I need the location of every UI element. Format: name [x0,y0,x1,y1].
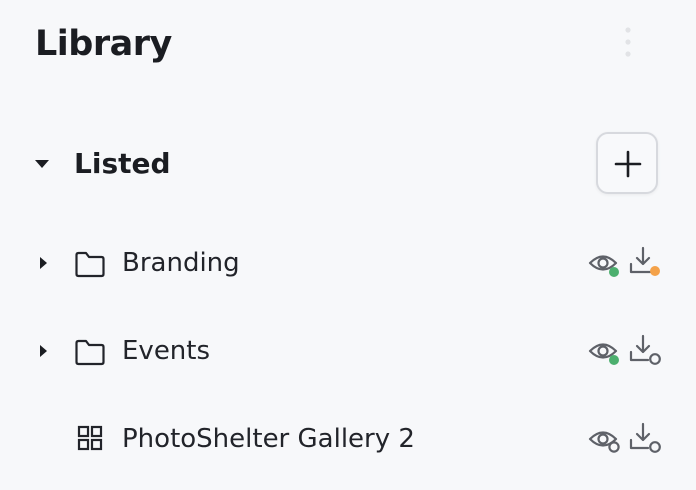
listed-section-header: Listed [0,132,696,196]
caret-down-icon[interactable] [33,157,51,171]
library-item-photoshelter-gallery-2[interactable]: PhotoShelter Gallery 2 [0,409,696,469]
eye-icon[interactable] [588,425,622,455]
download-icon[interactable] [628,421,662,455]
item-label: Events [122,336,211,366]
library-item-branding[interactable]: Branding [0,233,696,293]
library-title: Library [35,24,172,64]
caret-right-icon[interactable] [37,255,49,271]
more-vertical-icon [625,27,631,57]
download-icon[interactable] [628,245,662,279]
item-label: PhotoShelter Gallery 2 [122,424,415,454]
library-item-events[interactable]: Events [0,321,696,381]
eye-icon[interactable] [588,337,622,367]
section-label: Listed [74,147,171,180]
folder-icon [75,339,105,366]
download-icon[interactable] [628,333,662,367]
more-options-button[interactable] [612,22,644,62]
folder-icon [75,251,105,278]
item-label: Branding [122,248,240,278]
add-button[interactable] [596,132,658,194]
plus-icon [614,150,642,178]
caret-right-icon[interactable] [37,343,49,359]
gallery-grid-icon [77,425,103,451]
eye-icon[interactable] [588,249,622,279]
